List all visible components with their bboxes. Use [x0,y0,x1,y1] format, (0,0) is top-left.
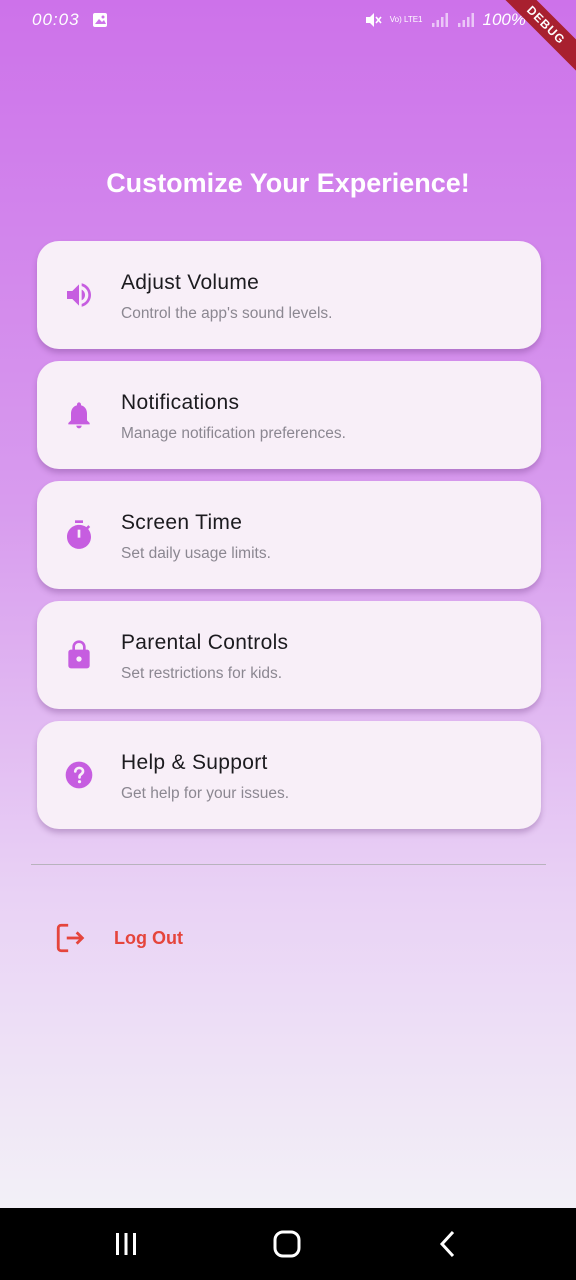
home-icon[interactable] [269,1228,305,1260]
divider [31,864,546,865]
menu-item-help-support[interactable]: Help & Support Get help for your issues. [37,721,541,829]
status-bar: 00:03 Vo) LTE1 100% [0,0,576,40]
image-notification-icon [93,13,107,27]
page-title: Customize Your Experience! [106,168,470,198]
menu-item-subtitle: Set daily usage limits. [121,545,271,562]
bell-icon [68,402,90,429]
menu-item-title: Help & Support [121,751,268,774]
menu-item-subtitle: Manage notification preferences. [121,425,346,442]
back-icon[interactable] [430,1228,466,1260]
menu-item-title: Notifications [121,391,240,414]
menu-item-adjust-volume[interactable]: Adjust Volume Control the app's sound le… [37,241,541,349]
volume-icon [67,283,91,307]
menu-item-subtitle: Set restrictions for kids. [121,665,283,682]
menu-item-title: Adjust Volume [121,271,260,294]
menu-item-screen-time[interactable]: Screen Time Set daily usage limits. [37,481,541,589]
help-icon [65,761,93,789]
lock-icon [68,640,90,669]
menu-item-title: Screen Time [121,511,243,534]
menu-item-subtitle: Get help for your issues. [121,785,289,802]
menu-item-subtitle: Control the app's sound levels. [121,305,333,322]
network-type-label: Vo) LTE1 [389,15,423,24]
system-navigation-bar [0,1208,576,1280]
logout-label: Log Out [114,927,183,948]
logout-icon [56,923,85,953]
recent-apps-icon[interactable] [108,1228,144,1260]
mute-icon [365,13,382,27]
settings-menu-list: Adjust Volume Control the app's sound le… [37,241,541,841]
menu-item-parental-controls[interactable]: Parental Controls Set restrictions for k… [37,601,541,709]
timer-icon [67,520,91,549]
status-time: 00:03 [32,10,80,29]
menu-item-title: Parental Controls [121,631,289,654]
logout-button[interactable]: Log Out [54,920,183,956]
signal-icon-2 [457,13,474,27]
menu-item-notifications[interactable]: Notifications Manage notification prefer… [37,361,541,469]
signal-icon-1 [431,13,448,27]
